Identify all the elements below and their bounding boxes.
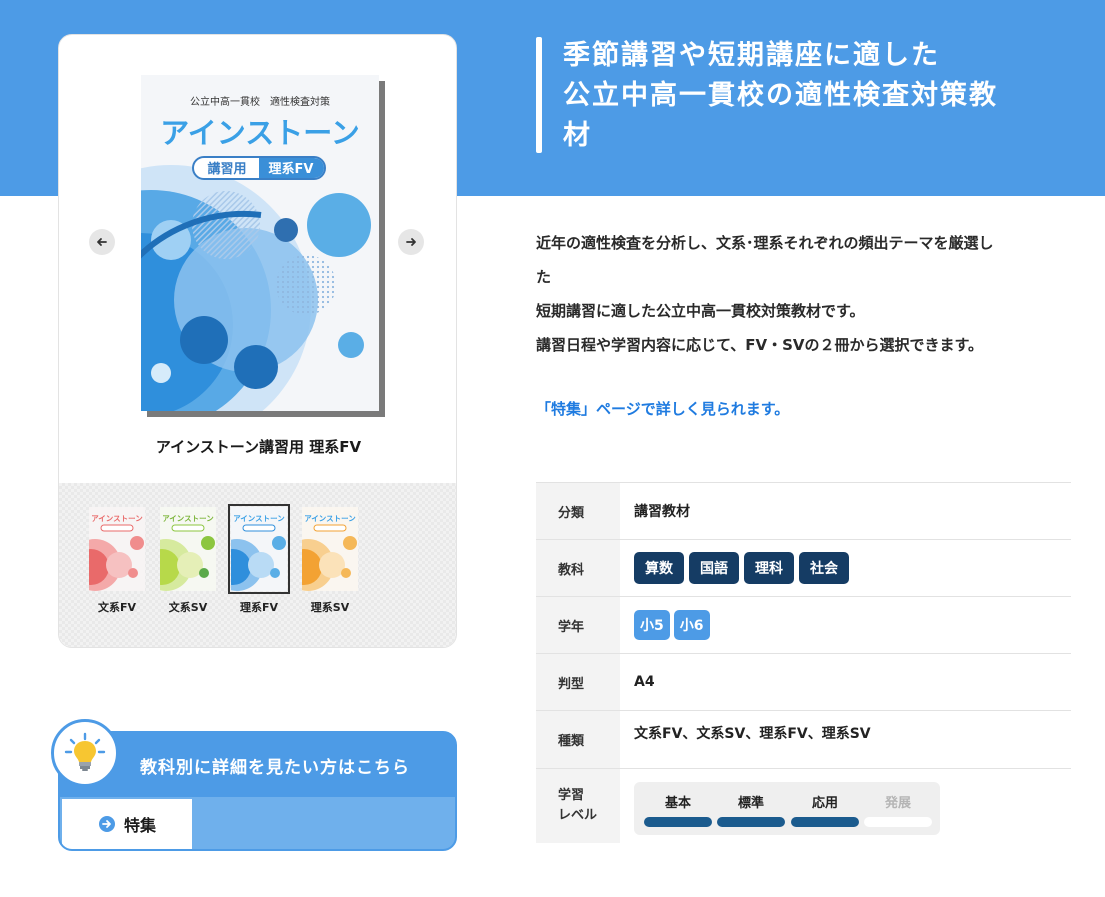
spec-row-kind: 種類 文系FV、文系SV、理系FV、理系SV [536, 711, 1071, 769]
page-headline: 季節講習や短期講座に適した 公立中高一貫校の適性検査対策教 材 [563, 40, 998, 151]
level-applied: 応用 [791, 792, 859, 827]
arrow-left-icon [97, 238, 107, 246]
spec-value: A4 [634, 674, 655, 690]
spec-value: 算数 国語 理科 社会 [620, 540, 1071, 596]
level-standard: 標準 [717, 792, 785, 827]
subject-box-header: 教科別に詳細を見たい方はこちら [60, 733, 455, 797]
lightbulb-badge [51, 719, 119, 787]
cover-badge-right: 理系FV [269, 161, 314, 177]
thumbnail-image: アインストーン [302, 507, 358, 591]
spec-table: 分類 講習教材 教科 算数 国語 理科 社会 学年 小5 小6 判型 A4 種類… [536, 482, 1071, 843]
spec-value: 講習教材 [634, 504, 690, 520]
cover-badge-left: 講習用 [207, 161, 246, 177]
spec-row-level: 学習 レベル 基本 標準 応用 発展 [536, 769, 1071, 843]
grade-tag-5: 小5 [634, 610, 670, 640]
headline-accent-bar [536, 37, 542, 153]
spec-label: 種類 [536, 711, 620, 768]
level-basic: 基本 [644, 792, 712, 827]
product-card: 公立中高一貫校 適性検査対策 アインストーン 講習用 理系FV アインストーン講… [58, 34, 457, 648]
spec-row-size: 判型 A4 [536, 654, 1071, 711]
grade-tag-6: 小6 [673, 610, 710, 640]
subject-tag-math: 算数 [634, 552, 684, 584]
thumbnail-bunkei-sv[interactable]: アインストーン 文系SV [158, 507, 218, 615]
arrow-circle-right-icon [98, 816, 115, 832]
thumbnail-image: アインストーン [89, 507, 145, 591]
feature-button-label: 特集 [123, 816, 156, 835]
cover-brand-text: アインストーン [160, 116, 360, 150]
product-viewer: 公立中高一貫校 適性検査対策 アインストーン 講習用 理系FV アインストーン講… [59, 35, 456, 483]
svg-text:アインストーン: アインストーン [91, 514, 143, 523]
spec-label: 学年 [536, 597, 620, 653]
spec-label: 分類 [536, 483, 620, 539]
spec-row-grades: 学年 小5 小6 [536, 597, 1071, 654]
cover-image: 公立中高一貫校 適性検査対策 アインストーン 講習用 理系FV [141, 75, 379, 411]
thumbnail-image: アインストーン [228, 504, 290, 594]
spec-value: 基本 標準 応用 発展 [620, 769, 1071, 843]
level-advanced: 発展 [864, 792, 932, 827]
thumbnail-label: 文系FV [97, 601, 137, 614]
subject-tag-social: 社会 [799, 552, 849, 584]
product-title: アインストーン講習用 理系FV [155, 438, 362, 456]
spec-row-subjects: 教科 算数 国語 理科 社会 [536, 540, 1071, 597]
svg-text:アインストーン: アインストーン [162, 514, 214, 523]
prev-image-button[interactable] [89, 229, 115, 255]
thumbnail-label: 理系FV [239, 601, 279, 614]
lightbulb-icon [64, 732, 106, 771]
spec-value: 小5 小6 [620, 597, 1071, 653]
cover-series-text: 公立中高一貫校 適性検査対策 [190, 95, 330, 108]
thumbnail-strip: アインストーン 文系FV アインストーン 文系SV アインストーン 理系FV ア… [59, 483, 456, 647]
level-indicator: 基本 標準 応用 発展 [634, 781, 940, 835]
subject-tag-japanese: 国語 [689, 552, 739, 584]
spec-label: 教科 [536, 540, 620, 596]
svg-text:アインストーン: アインストーン [233, 514, 285, 523]
thumbnail-rikei-fv[interactable]: アインストーン 理系FV [228, 504, 290, 615]
thumbnail-image: アインストーン [160, 507, 216, 591]
product-description: 近年の適性検査を分析し、文系･理系それぞれの頻出テーマを厳選し た 短期講習に適… [536, 234, 994, 354]
subject-tag-science: 理科 [744, 552, 794, 584]
spec-label: 学習 レベル [536, 769, 620, 843]
thumbnail-bunkei-fv[interactable]: アインストーン 文系FV [87, 507, 147, 615]
subject-box-heading: 教科別に詳細を見たい方はこちら [140, 758, 410, 778]
spec-value: 文系FV、文系SV、理系FV、理系SV [634, 726, 871, 742]
spec-label: 判型 [536, 654, 620, 710]
feature-button[interactable]: 特集 [62, 799, 192, 849]
thumbnail-label: 文系SV [168, 601, 208, 614]
spec-row-category: 分類 講習教材 [536, 483, 1071, 540]
next-image-button[interactable] [398, 229, 424, 255]
thumbnail-rikei-sv[interactable]: アインストーン 理系SV [300, 507, 360, 615]
feature-page-link[interactable]: 「特集」ページで詳しく見られます。 [536, 398, 789, 419]
thumbnail-label: 理系SV [310, 601, 350, 614]
svg-text:アインストーン: アインストーン [304, 514, 356, 523]
subject-box-body: 特集 [60, 797, 455, 849]
arrow-right-icon [406, 238, 416, 246]
